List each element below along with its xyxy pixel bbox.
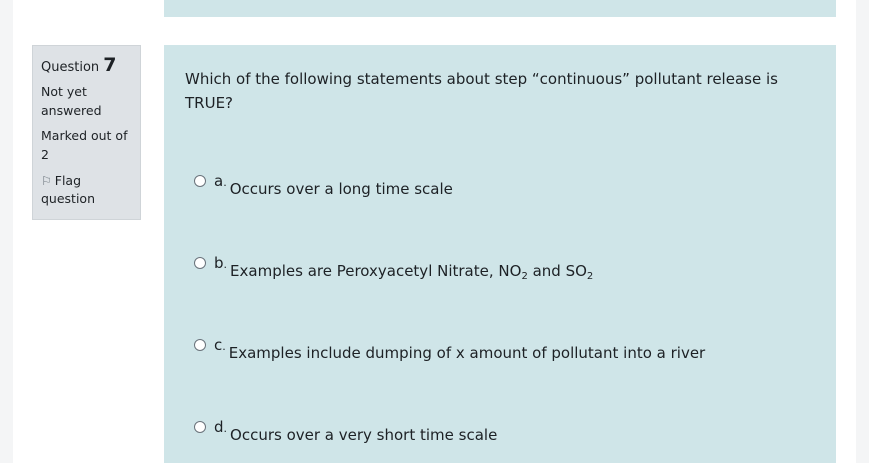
- answer-text: Occurs over a long time scale: [229, 180, 453, 198]
- answer-letter: d: [214, 418, 224, 436]
- question-content: Which of the following statements about …: [164, 45, 836, 463]
- page-right-margin: [856, 0, 869, 463]
- radio-button[interactable]: [194, 421, 206, 433]
- question-label: Question: [41, 60, 100, 75]
- question-text: Which of the following statements about …: [185, 70, 778, 112]
- answer-letter: b: [214, 254, 224, 272]
- answer-letter: c: [214, 336, 223, 354]
- answer-text: Examples include dumping of x amount of …: [228, 344, 706, 362]
- radio-button[interactable]: [194, 339, 206, 351]
- question-grade: Marked out of 2: [41, 128, 128, 162]
- answer-letter: a: [214, 172, 224, 190]
- question-info-panel: Question 7 Not yet answered Marked out o…: [32, 45, 141, 220]
- answer-text: Examples are Peroxyacetyl Nitrate, NO2 a…: [230, 262, 594, 282]
- flag-icon: ⚐: [41, 174, 52, 188]
- question-state: Not yet answered: [41, 84, 102, 118]
- answer-option-a[interactable]: a. Occurs over a long time scale: [194, 172, 453, 198]
- previous-question-content-end: [164, 0, 836, 17]
- radio-button[interactable]: [194, 175, 206, 187]
- answer-option-c[interactable]: c. Examples include dumping of x amount …: [194, 336, 705, 362]
- answer-option-d[interactable]: d. Occurs over a very short time scale: [194, 418, 497, 444]
- question-number: Question 7: [41, 55, 132, 78]
- question-number-value: 7: [103, 54, 117, 76]
- answer-option-b[interactable]: b. Examples are Peroxyacetyl Nitrate, NO…: [194, 254, 593, 286]
- answer-text: Occurs over a very short time scale: [230, 426, 498, 444]
- flag-question-link[interactable]: ⚐ Flag question: [41, 172, 132, 208]
- radio-button[interactable]: [194, 257, 206, 269]
